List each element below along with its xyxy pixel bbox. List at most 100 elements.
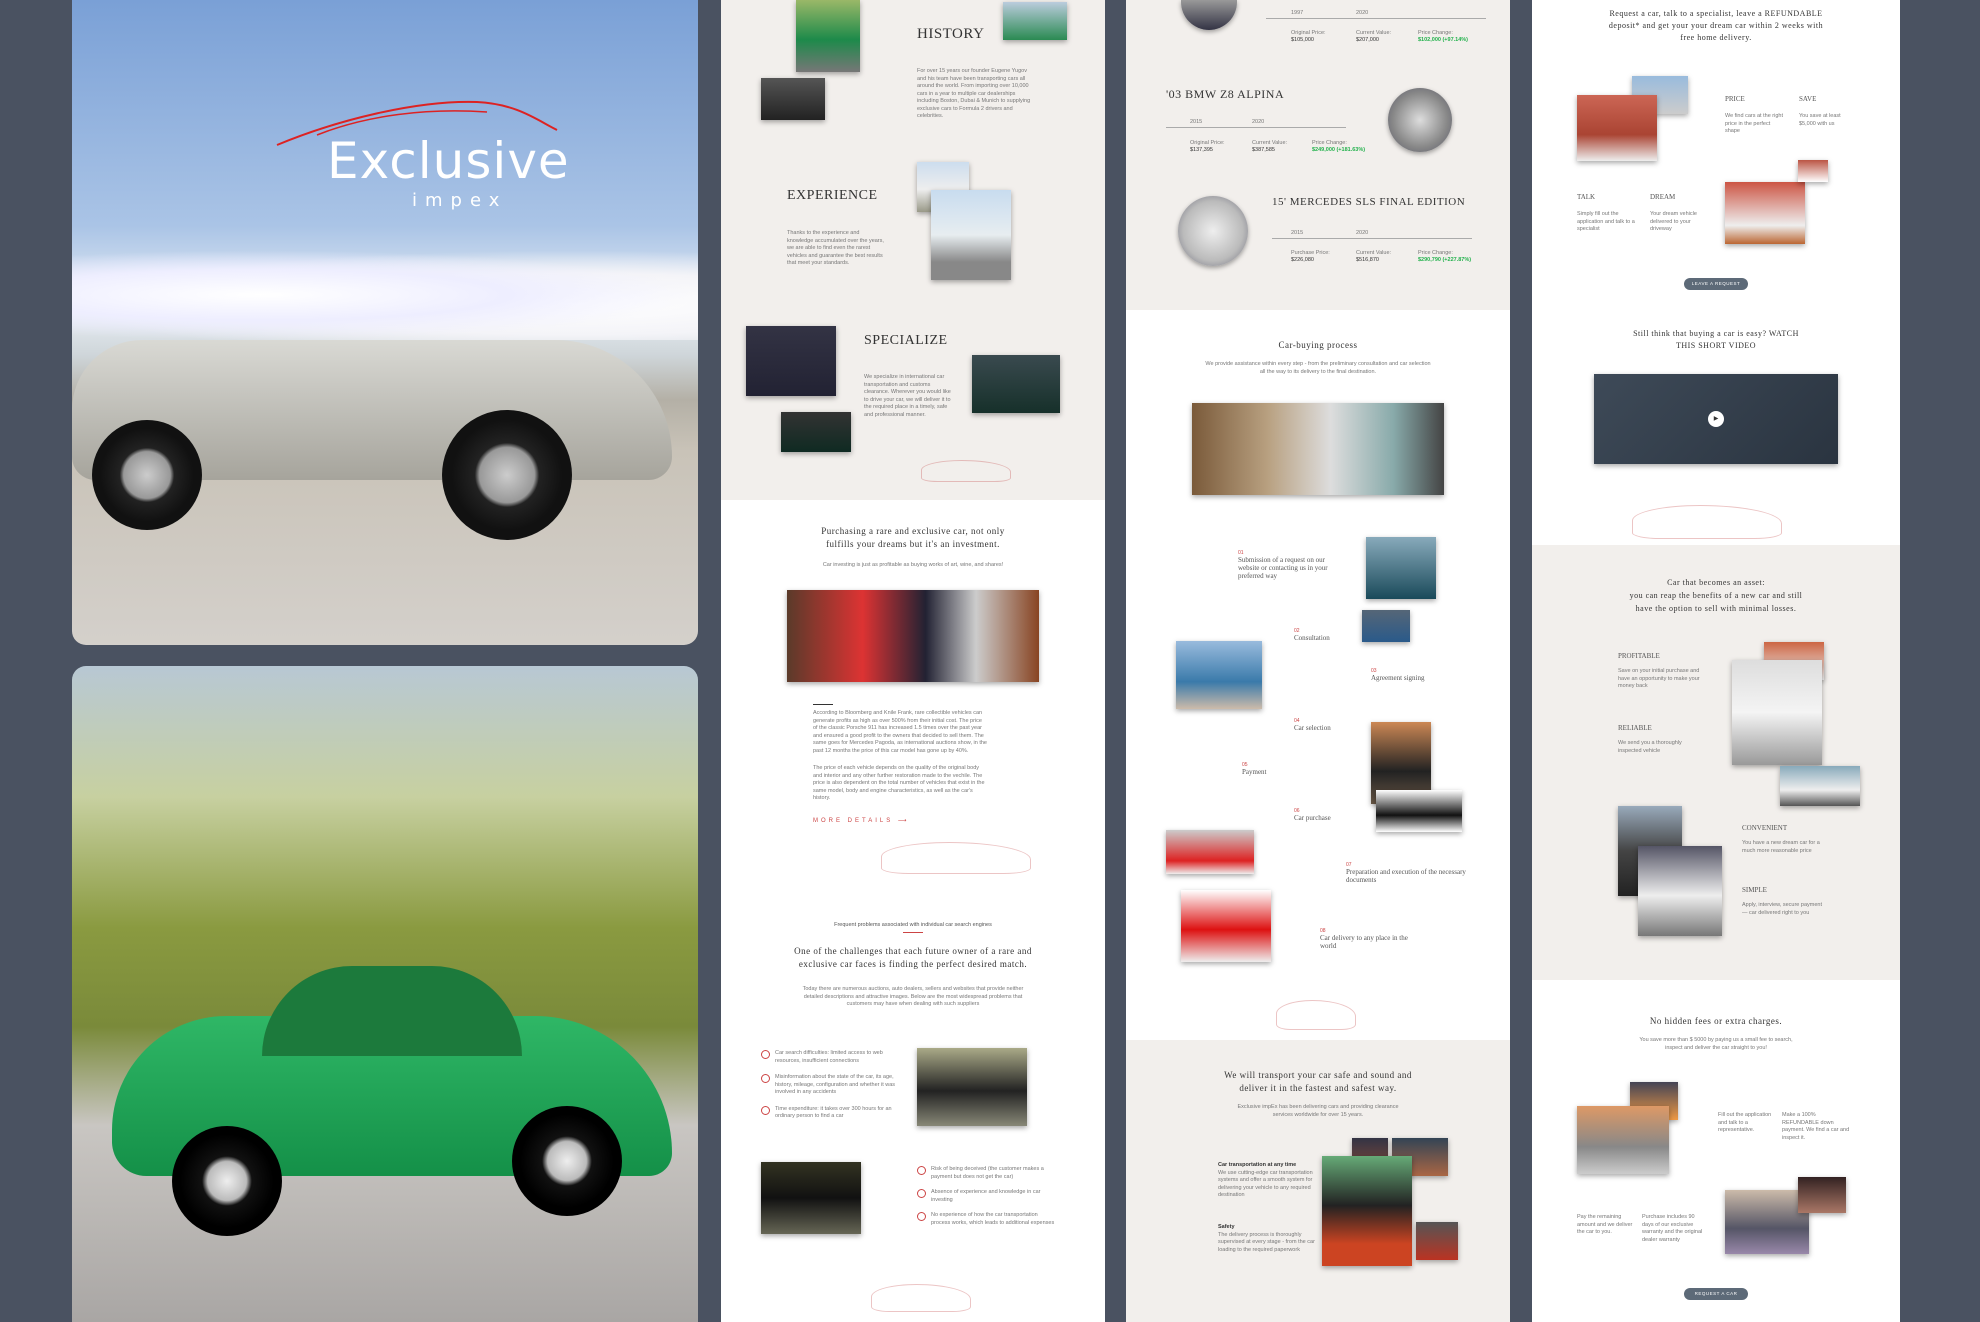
more-details-label: MORE DETAILS <box>813 818 894 824</box>
asset-title-line3: have the option to sell with minimal los… <box>1635 604 1797 613</box>
car2-year2: 2020 <box>1252 119 1265 125</box>
hero-bottom-card <box>72 666 698 1322</box>
benefit-convenient: CONVENIENT You have a new dream car for a… <box>1742 824 1820 854</box>
problem-item: Car search difficulties: limited access … <box>761 1050 901 1065</box>
asset-title-line2: you can reap the benefits of a new car a… <box>1629 591 1803 600</box>
problem-item: Time expenditure: it takes over 300 hour… <box>761 1105 901 1121</box>
history-title: HISTORY <box>917 26 985 42</box>
benefit-image-3 <box>1780 766 1860 806</box>
specialize-text: We specialize in international car trans… <box>864 374 951 418</box>
leave-request-button[interactable]: LEAVE A REQUEST <box>1684 278 1748 290</box>
car3-year2: 2020 <box>1356 230 1369 236</box>
request-intro: Request a car, talk to a specialist, lea… <box>1608 9 1824 42</box>
silver-roadster-image <box>72 300 698 540</box>
brand-name: Exclusive <box>327 132 570 190</box>
transport-image-4 <box>1416 1222 1458 1260</box>
problem-item: Risk of being deceived (the customer mak… <box>917 1166 1057 1181</box>
car1-value2: $207,000 <box>1356 37 1379 43</box>
invest-text-2: The price of each vehicle depends on the… <box>813 765 985 801</box>
experience-image-2 <box>931 190 1011 280</box>
car2-title: '03 BMW Z8 ALPINA <box>1166 87 1285 101</box>
step-5: 05 Payment <box>1242 762 1267 776</box>
benefit-profitable: PROFITABLE Save on your initial purchase … <box>1618 652 1700 689</box>
car2-round-image <box>1388 88 1452 152</box>
step-image-7 <box>1181 890 1271 962</box>
step-image-3 <box>1176 641 1262 709</box>
fees-step-4: Purchase includes 90 days of our exclusi… <box>1642 1214 1703 1243</box>
transport-image-3 <box>1322 1156 1412 1266</box>
car3-round-image <box>1178 196 1248 266</box>
fees-image-3 <box>1725 1190 1809 1254</box>
history-image-3 <box>1003 2 1067 40</box>
invest-subtitle: Car investing is just as profitable as b… <box>822 562 1004 568</box>
fees-image-2 <box>1577 1106 1669 1174</box>
experience-title: EXPERIENCE <box>787 188 878 203</box>
grid-image-2 <box>1577 95 1657 161</box>
specialize-image-1 <box>746 326 836 396</box>
history-text: For over 15 years our founder Eugene Yug… <box>917 68 1031 119</box>
step-4: 04 Car selection <box>1294 718 1331 732</box>
step-1: 01 Submission of a request on our website… <box>1238 550 1328 580</box>
invest-text-1: According to Bloomberg and Knile Frank, … <box>813 710 987 754</box>
invest-title-line2: fulfills your dreams but it's an investm… <box>826 539 1000 549</box>
benefit-reliable: RELIABLE We send you a thoroughly inspect… <box>1618 724 1682 754</box>
fees-text: You save more than $ 5000 by paying us a… <box>1639 1037 1793 1051</box>
step-2: 02 Consultation <box>1294 628 1330 642</box>
more-details-link[interactable]: MORE DETAILS ⟶ <box>813 817 910 824</box>
step-image-1 <box>1366 537 1436 599</box>
history-image-2 <box>761 78 825 120</box>
brand-sub: impex <box>412 190 508 211</box>
car3-title: 15' MERCEDES SLS FINAL EDITION <box>1272 196 1466 208</box>
car-sketch-1 <box>921 460 1011 482</box>
step-image-5 <box>1376 790 1462 832</box>
problems-text: Today there are numerous auctions, auto … <box>802 986 1024 1007</box>
fees-title: No hidden fees or extra charges. <box>1649 1016 1783 1026</box>
play-icon[interactable]: ▶ <box>1708 411 1724 427</box>
grid-dream: DREAM Your dream vehicle delivered to you… <box>1650 193 1697 232</box>
panel-about: HISTORY For over 15 years our founder Eu… <box>721 0 1105 1322</box>
grid-image-3 <box>1725 182 1805 244</box>
grid-price: PRICE We find cars at the right price in … <box>1725 95 1783 134</box>
invest-title-line1: Purchasing a rare and exclusive car, not… <box>821 526 1005 536</box>
benefit-simple: SIMPLE Apply, interview, secure payment —… <box>1742 886 1822 916</box>
specialize-image-2 <box>781 412 851 452</box>
car-sketch-2 <box>881 842 1031 874</box>
arrow-right-icon: ⟶ <box>897 818 910 824</box>
problem-item: No experience of how the car transportat… <box>917 1212 1057 1227</box>
fees-step-3: Pay the remaining amount and we deliver … <box>1577 1214 1633 1235</box>
car3-value2: $516,870 <box>1356 257 1379 263</box>
car2-value2: $387,585 <box>1252 147 1275 153</box>
step-3: 03 Agreement signing <box>1371 668 1425 682</box>
hero-top-card: Exclusive impex <box>72 0 698 645</box>
benefit-image-2 <box>1732 660 1822 765</box>
panel-investment: 1997 2020 Original Price: $105,000 Curre… <box>1126 0 1510 1322</box>
car2-value3: $249,000 (+181.63%) <box>1312 147 1366 153</box>
transport-block-1: Car transportation at any time We use cut… <box>1218 1162 1313 1198</box>
green-porsche-image <box>112 956 672 1236</box>
benefit-image-5 <box>1638 846 1722 936</box>
video-player[interactable]: ▶ <box>1594 374 1838 464</box>
process-text: We provide assistance within every step … <box>1205 361 1431 375</box>
step-6: 06 Car purchase <box>1294 808 1331 822</box>
problems-title-line2: exclusive car faces is finding the perfe… <box>798 959 1028 969</box>
car3-value3: $290,790 (+227.87%) <box>1418 257 1472 263</box>
car-sketch-4 <box>1276 1000 1356 1030</box>
experience-text: Thanks to the experience and knowledge a… <box>787 230 884 266</box>
fees-step-2: Make a 100% REFUNDABLE down payment. We … <box>1782 1112 1850 1141</box>
history-image-1 <box>796 0 860 72</box>
panel-request: Request a car, talk to a specialist, lea… <box>1532 0 1900 1322</box>
step-8: 08 Car delivery to any place in the world <box>1320 928 1408 950</box>
car1-year2: 2020 <box>1356 10 1369 16</box>
specialize-image-3 <box>972 355 1060 413</box>
problems-kicker: Frequent problems associated with indivi… <box>834 922 992 928</box>
problems-list-2: Risk of being deceived (the customer mak… <box>917 1166 1057 1227</box>
transport-block-2: Safety The delivery process is thoroughly… <box>1218 1224 1315 1253</box>
black-convertible-image <box>917 1048 1027 1126</box>
video-title: Still think that buying a car is easy? W… <box>1633 329 1799 350</box>
grid-save: SAVE You save at least $5,000 with us <box>1799 95 1841 127</box>
transport-text: Exclusive impEx has been delivering cars… <box>1237 1104 1399 1118</box>
step-image-6 <box>1166 830 1254 874</box>
request-car-button[interactable]: REQUEST A CAR <box>1684 1288 1748 1300</box>
problem-item: Absence of experience and knowledge in c… <box>917 1189 1057 1204</box>
car1-year1: 1997 <box>1291 10 1304 16</box>
